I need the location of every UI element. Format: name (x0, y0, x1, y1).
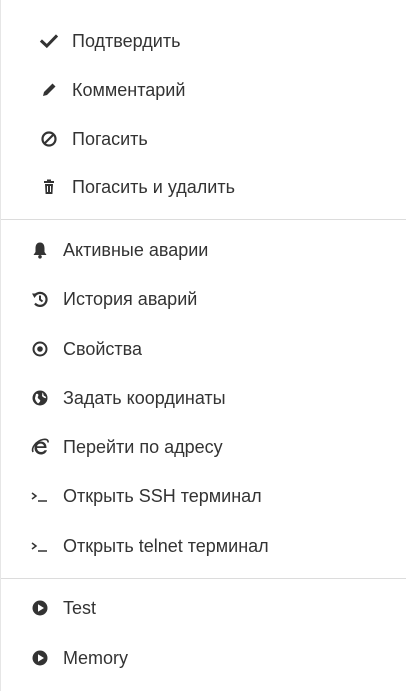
trash-icon (38, 176, 60, 198)
play-circle-icon (29, 597, 51, 619)
menu-separator (1, 578, 406, 579)
menu-item-label: Test (63, 597, 97, 618)
menu-item-test[interactable]: Test (1, 588, 406, 628)
terminal-icon (29, 485, 51, 507)
menu-item-open-ssh-terminal[interactable]: Открыть SSH терминал (1, 476, 406, 516)
menu-item-properties[interactable]: Свойства (1, 329, 406, 369)
play-circle-icon (29, 647, 51, 669)
menu-item-set-coordinates[interactable]: Задать координаты (1, 378, 406, 418)
menu-item-go-to-address[interactable]: Перейти по адресу (1, 427, 406, 467)
terminal-icon (29, 535, 51, 557)
menu-item-label: Погасить (72, 128, 148, 149)
menu-item-label: Свойства (63, 338, 143, 359)
menu-item-comment[interactable]: Комментарий (1, 70, 406, 110)
menu-item-label: Погасить и удалить (72, 176, 235, 197)
menu-item-label: Перейти по адресу (63, 436, 223, 457)
pencil-icon (38, 79, 60, 101)
menu-item-label: Открыть SSH терминал (63, 485, 262, 506)
context-menu: Подтвердить Комментарий Погасить Погасит… (0, 0, 406, 691)
menu-item-active-alarms[interactable]: Активные аварии (1, 230, 406, 270)
menu-item-clear-and-delete[interactable]: Погасить и удалить (1, 167, 406, 207)
menu-item-alarm-history[interactable]: История аварий (1, 279, 406, 319)
globe-icon (29, 387, 51, 409)
history-icon (29, 288, 51, 310)
menu-item-label: Комментарий (72, 79, 186, 100)
menu-item-open-telnet-terminal[interactable]: Открыть telnet терминал (1, 526, 406, 566)
menu-item-clear[interactable]: Погасить (1, 119, 406, 159)
menu-item-confirm[interactable]: Подтвердить (1, 21, 406, 61)
ban-icon (38, 128, 60, 150)
check-icon (38, 30, 60, 52)
internet-explorer-icon (29, 436, 51, 458)
menu-item-label: Подтвердить (72, 30, 181, 51)
bell-icon (29, 239, 51, 261)
dot-circle-icon (29, 338, 51, 360)
menu-item-label: Memory (63, 647, 129, 668)
menu-item-label: Открыть telnet терминал (63, 535, 269, 556)
menu-item-label: История аварий (63, 288, 198, 309)
menu-item-label: Активные аварии (63, 239, 209, 260)
menu-item-label: Задать координаты (63, 387, 226, 408)
menu-item-memory[interactable]: Memory (1, 638, 406, 678)
menu-separator (1, 219, 406, 220)
